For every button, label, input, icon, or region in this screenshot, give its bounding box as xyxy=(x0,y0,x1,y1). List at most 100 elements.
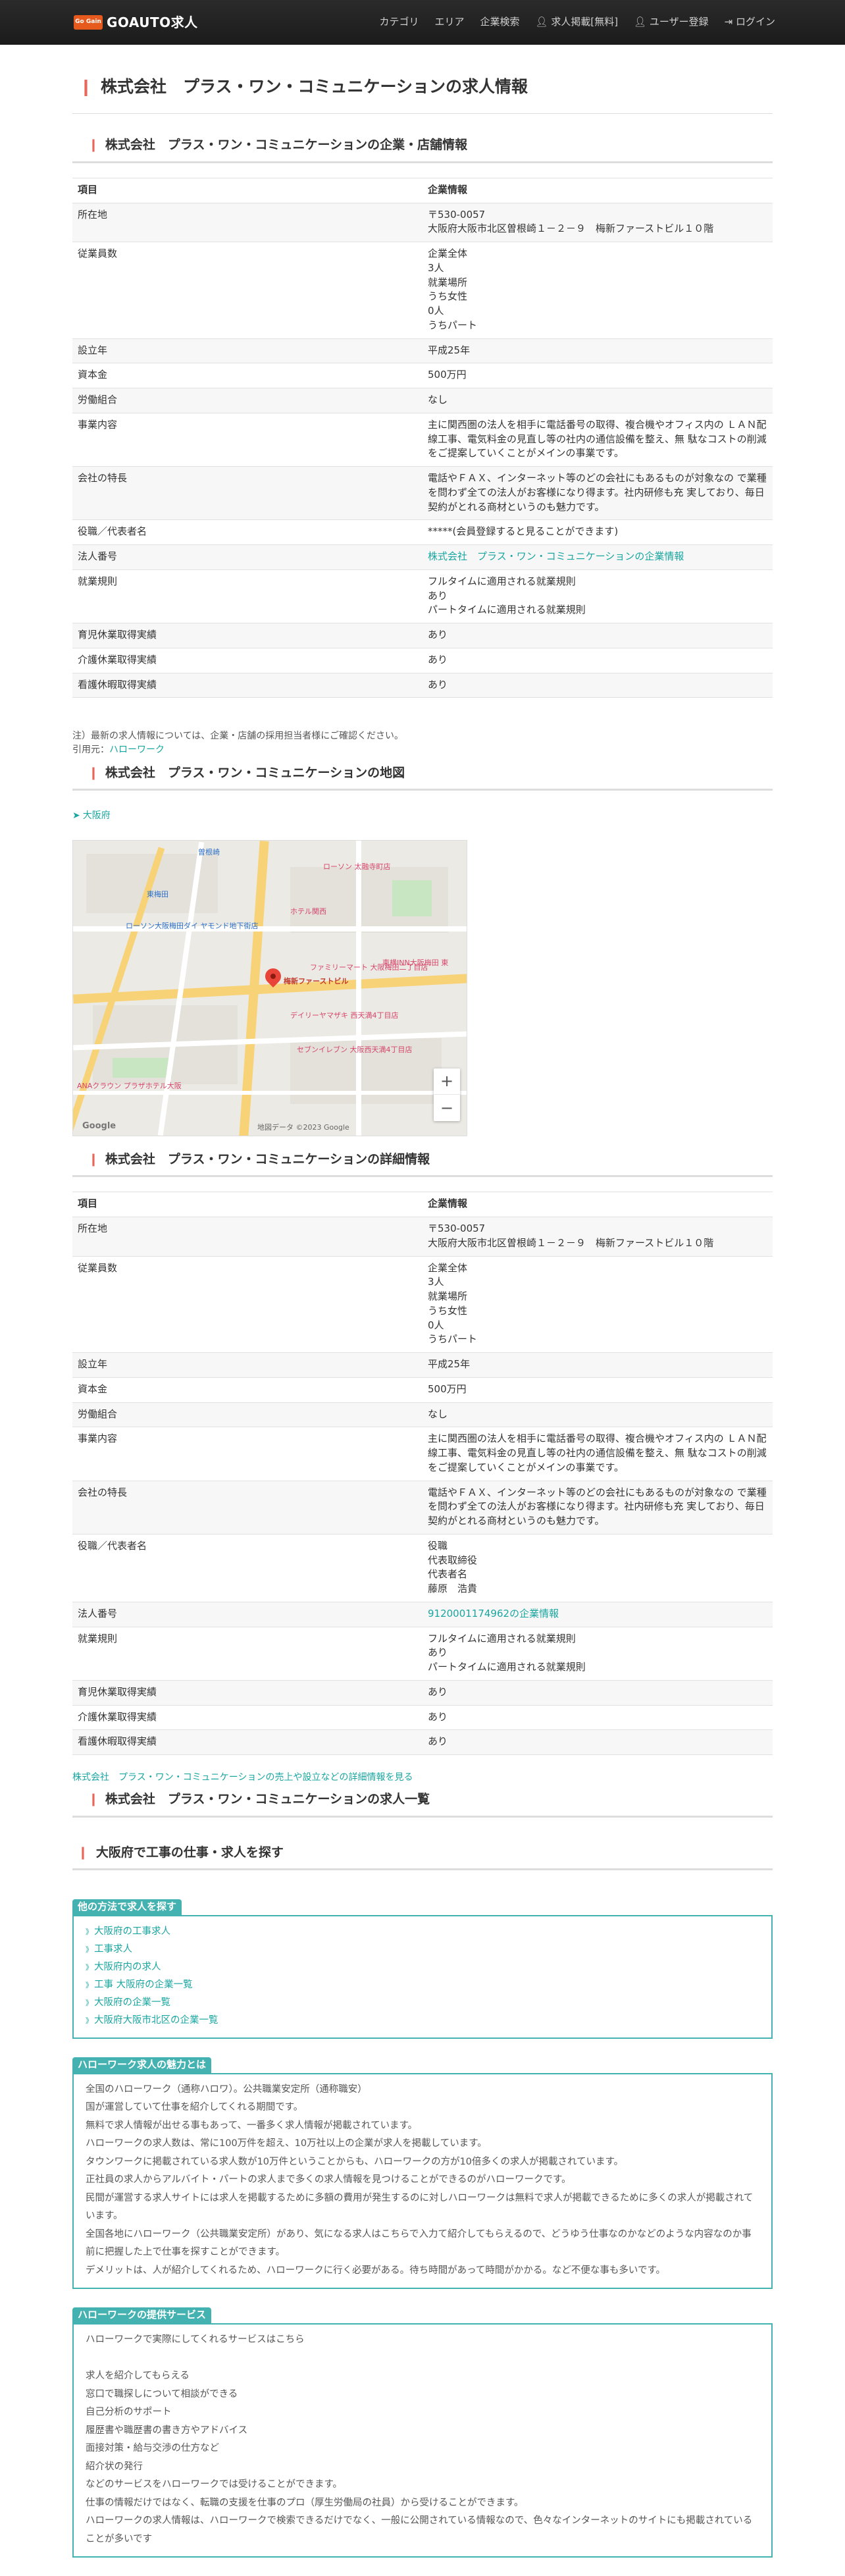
main-nav: カテゴリ エリア 企業検索 👤︎ 求人掲載[無料] 👤︎ ユーザー登録 ⇥ ログ… xyxy=(380,15,776,30)
table-row: 看護休暇取得実績 あり xyxy=(72,672,773,698)
row-label: 看護休暇取得実績 xyxy=(72,672,423,698)
table-header-row: 項目 企業情報 xyxy=(72,1192,773,1218)
row-label: 役職／代表者名 xyxy=(72,1533,423,1602)
row-label: 就業規則 xyxy=(72,569,423,623)
jobs-list-title-text: 株式会社 プラス・ワン・コミュニケーションの求人一覧 xyxy=(105,1792,430,1807)
table-row: 設立年 平成25年 xyxy=(72,1352,773,1378)
row-value: 主に関西圏の法人を相手に電話番号の取得、複合機やオフィス内の ＬＡＮ配線工事、電… xyxy=(423,1427,773,1481)
row-value: 500万円 xyxy=(423,363,773,388)
table-row: 会社の特長 電話やＦＡＸ、インターネット等のどの会社にもあるものが対象なの で業種… xyxy=(72,1480,773,1535)
table-row: 法人番号 株式会社 プラス・ワン・コミュニケーションの企業情報 xyxy=(72,544,773,570)
jobs-list-title: ❙ 株式会社 プラス・ワン・コミュニケーションの求人一覧 xyxy=(72,1791,773,1818)
nav-post-job[interactable]: 👤︎ 求人掲載[無料] xyxy=(536,15,619,30)
row-value: 企業全体 3人 就業場所 うち女性 0人 うちパート xyxy=(423,1255,773,1353)
corporate-number-link[interactable]: 9120001174962の企業情報 xyxy=(428,1608,559,1619)
text-line: ハローワークの求人数は、常に100万件を超え、10万社以上の企業が求人を掲載して… xyxy=(86,2138,487,2149)
search-link[interactable]: 工事求人 xyxy=(94,1944,132,1955)
search-link[interactable]: 工事 大阪府の企業一覧 xyxy=(94,1980,193,1990)
table-row: 労働組合 なし xyxy=(72,1402,773,1427)
logo-text: GOAUTO求人 xyxy=(107,14,198,30)
table-row: 就業規則 フルタイムに適用される就業規則 あり パートタイムに適用される就業規則 xyxy=(72,1626,773,1681)
row-label: 看護休暇取得実績 xyxy=(72,1729,423,1756)
nav-area[interactable]: エリア xyxy=(435,15,465,30)
row-value: 〒530-0057 大阪府大阪市北区曽根崎１－２－９ 梅新ファーストビル１０階 xyxy=(423,202,773,242)
row-value: なし xyxy=(423,388,773,413)
map-poi-label: 東梅田 xyxy=(147,889,168,899)
bookmark-icon: ❙ xyxy=(88,1151,99,1167)
nav-login[interactable]: ⇥ ログイン xyxy=(725,15,775,30)
row-value: 株式会社 プラス・ワン・コミュニケーションの企業情報 xyxy=(423,544,773,570)
text-line: 面接対策・給与交渉の仕方など xyxy=(86,2443,219,2454)
table-header-info: 企業情報 xyxy=(423,177,773,203)
area-link-label: 大阪府 xyxy=(82,810,111,822)
bookmark-icon: ❙ xyxy=(79,77,93,96)
table-row: 事業内容 主に関西圏の法人を相手に電話番号の取得、複合機やオフィス内の ＬＡＮ配線… xyxy=(72,412,773,467)
row-label: 育児休業取得実績 xyxy=(72,1679,423,1706)
company-info-table: 項目 企業情報 所在地 〒530-0057 大阪府大阪市北区曽根崎１－２－９ 梅新… xyxy=(72,177,773,698)
table-row: 介護休業取得実績 あり xyxy=(72,647,773,673)
text-line: 民間が運営する求人サイトには求人を掲載するために多額の費用が発生するのに対しハロ… xyxy=(86,2192,754,2222)
location-arrow-icon: ➤ xyxy=(72,810,80,822)
logo-badge: Go Gain xyxy=(74,15,103,30)
area-link[interactable]: ➤ 大阪府 xyxy=(72,809,111,822)
map-poi-label: ローソン 太融寺町店 xyxy=(323,862,391,871)
bookmark-icon: ❙ xyxy=(88,765,99,780)
row-value: 電話やＦＡＸ、インターネット等のどの会社にもあるものが対象なの で業種を問わず全… xyxy=(423,466,773,520)
row-value: 〒530-0057 大阪府大阪市北区曽根崎１－２－９ 梅新ファーストビル１０階 xyxy=(423,1217,773,1257)
row-label: 所在地 xyxy=(72,202,423,242)
other-methods-list: 大阪府の工事求人工事求人大阪府内の求人工事 大阪府の企業一覧大阪府の企業一覧大阪… xyxy=(86,1923,759,2030)
cite-label: 引用元： xyxy=(72,744,109,755)
table-row: 介護休業取得実績 あり xyxy=(72,1704,773,1730)
row-label: 設立年 xyxy=(72,338,423,363)
list-item: 大阪府内の求人 xyxy=(86,1958,759,1976)
search-link[interactable]: 大阪府の工事求人 xyxy=(94,1926,170,1937)
row-label: 資本金 xyxy=(72,1377,423,1403)
text-line: タウンワークに掲載されている求人数が10万件ということからも、ハローワークの方が… xyxy=(86,2156,624,2167)
nav-login-label: ログイン xyxy=(735,16,775,28)
nav-company-search[interactable]: 企業検索 xyxy=(480,15,520,30)
row-label: 育児休業取得実績 xyxy=(72,623,423,648)
hellowork-link[interactable]: ハローワーク xyxy=(109,745,165,755)
corporate-number-link[interactable]: 株式会社 プラス・ワン・コミュニケーションの企業情報 xyxy=(428,550,684,562)
row-value: フルタイムに適用される就業規則 あり パートタイムに適用される就業規則 xyxy=(423,569,773,623)
source-citation: 引用元：ハローワーク xyxy=(72,743,773,756)
row-value: 500万円 xyxy=(423,1377,773,1403)
google-map[interactable]: ローソン 太融寺町店 東梅田 ローソン大阪梅田ダイ ヤモンド地下街店 ファミリー… xyxy=(72,839,467,1136)
row-value: 役職 代表取締役 代表者名 藤原 浩貴 xyxy=(423,1533,773,1602)
bookmark-icon: ❙ xyxy=(88,1792,99,1807)
zoom-in-button[interactable]: + xyxy=(434,1068,460,1095)
site-logo[interactable]: Go Gain GOAUTO求人 xyxy=(74,13,198,32)
map-park xyxy=(392,880,432,916)
row-label: 労働組合 xyxy=(72,1402,423,1427)
row-label: 従業員数 xyxy=(72,1255,423,1353)
text-line: ハローワークで実際にしてくれるサービスはこちら xyxy=(86,2334,305,2346)
disclaimer-note: 注）最新の求人情報については、企業・店舗の採用担当者様にご確認ください。 xyxy=(72,731,404,742)
table-row: 資本金 500万円 xyxy=(72,363,773,388)
row-value: 企業全体 3人 就業場所 うち女性 0人 うちパート xyxy=(423,242,773,339)
text-line: ハローワークの求人情報は、ハローワークで検索できるだけでなく、一般に公開されてい… xyxy=(86,2515,753,2544)
table-row: 役職／代表者名 *****(会員登録すると見ることができます) xyxy=(72,519,773,545)
row-label: 就業規則 xyxy=(72,1626,423,1681)
nav-user-register[interactable]: 👤︎ ユーザー登録 xyxy=(634,15,709,30)
row-value: あり xyxy=(423,1729,773,1756)
hellowork-appeal-box: 全国のハローワーク（通称ハロワ）。公共職業安定所（通称職安） 国が運営していて仕事… xyxy=(72,2072,773,2290)
text-line: 全国各地にハローワーク（公共職業安定所）があり、気になる求人はこちらで入力て紹介… xyxy=(86,2228,752,2258)
map-pin-label: 梅新ファーストビル xyxy=(284,976,349,986)
hellowork-appeal-label: ハローワーク求人の魅力とは xyxy=(72,2057,212,2073)
zoom-out-button[interactable]: − xyxy=(434,1095,460,1121)
main-container: ❙ 株式会社 プラス・ワン・コミュニケーションの求人情報 ❙ 株式会社 プラス・ワン… xyxy=(72,45,773,2558)
table-row: 従業員数 企業全体 3人 就業場所 うち女性 0人 うちパート xyxy=(72,242,773,339)
detail-section-title: ❙ 株式会社 プラス・ワン・コミュニケーションの詳細情報 xyxy=(72,1151,773,1178)
search-link[interactable]: 大阪府の企業一覧 xyxy=(94,1997,170,2008)
nav-category[interactable]: カテゴリ xyxy=(380,15,419,30)
table-row: 事業内容 主に関西圏の法人を相手に電話番号の取得、複合機やオフィス内の ＬＡＮ配線… xyxy=(72,1427,773,1481)
list-item: 大阪府大阪市北区の企業一覧 xyxy=(86,2012,759,2030)
text-line: 履歴書や職歴書の書き方やアドバイス xyxy=(86,2425,248,2436)
text-line: デメリットは、人が紹介してくれるため、ハローワークに行く必要がある。待ち時間があ… xyxy=(86,2265,666,2276)
search-link[interactable]: 大阪府大阪市北区の企業一覧 xyxy=(94,2015,218,2026)
row-label: 介護休業取得実績 xyxy=(72,1704,423,1730)
table-row: 会社の特長 電話やＦＡＸ、インターネット等のどの会社にもあるものが対象なの で業種… xyxy=(72,466,773,520)
hellowork-service-label: ハローワークの提供サービス xyxy=(72,2307,212,2324)
search-link[interactable]: 大阪府内の求人 xyxy=(94,1962,161,1972)
corporate-detail-link[interactable]: 株式会社 プラス・ワン・コミュニケーションの売上や設立などの詳細情報を見る xyxy=(72,1772,413,1783)
